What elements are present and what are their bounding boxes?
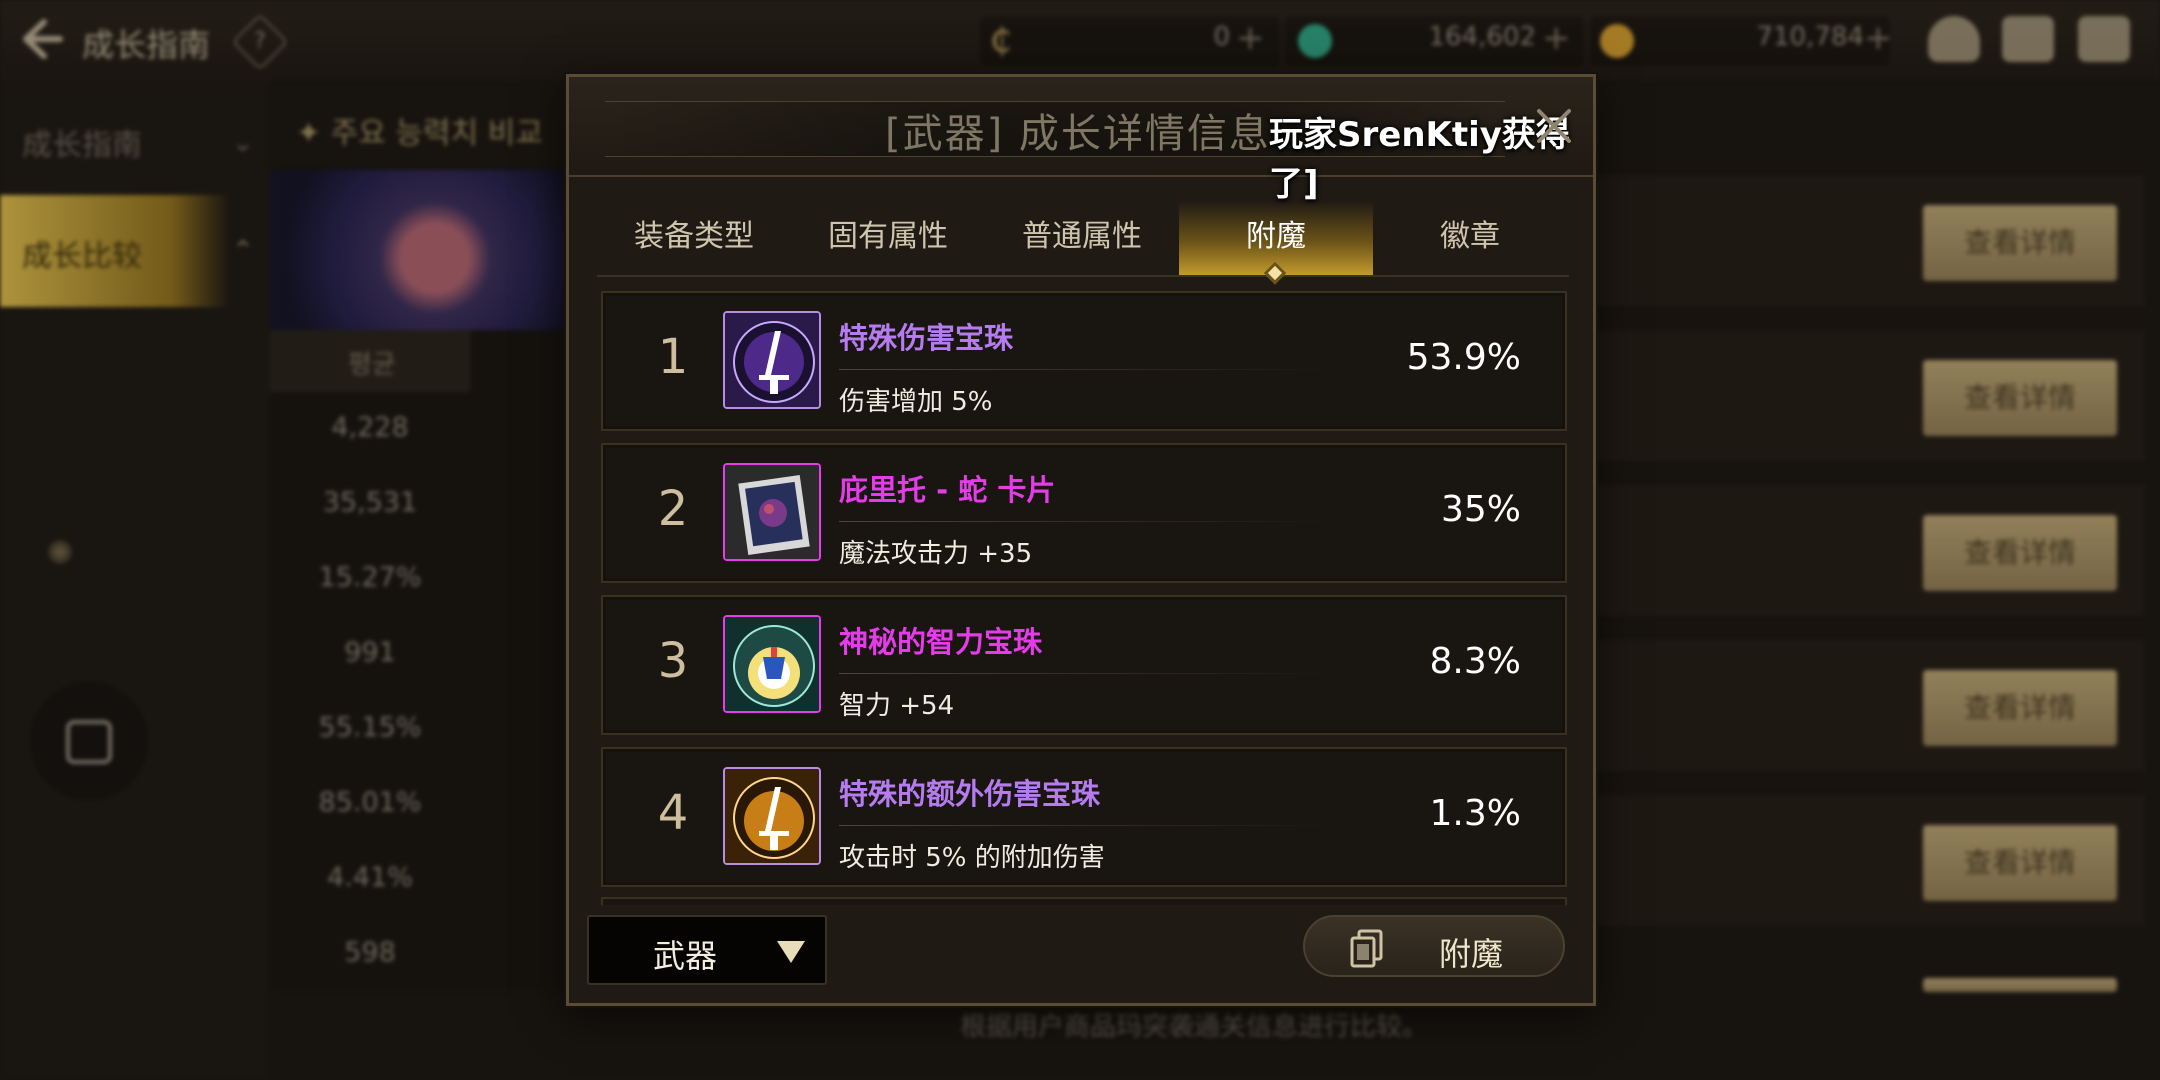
tab-inherent-attributes[interactable]: 固有属性 xyxy=(791,201,985,275)
intelligence-orb-icon xyxy=(723,615,821,713)
item-name: 神秘的智力宝珠 xyxy=(839,625,1043,659)
dialog-header: [武器] 成长详情信息 玩家SrenKtiy获得了] xyxy=(569,77,1593,204)
divider xyxy=(839,825,1339,826)
growth-detail-dialog: [武器] 成长详情信息 玩家SrenKtiy获得了] 装备类型 固有属性 普通属… xyxy=(566,74,1596,1006)
rank-number: 4 xyxy=(657,785,689,841)
rank-number: 2 xyxy=(657,481,689,537)
list-item-partial xyxy=(601,897,1567,905)
tab-enchant[interactable]: 附魔 xyxy=(1179,201,1373,285)
active-tab-indicator-icon xyxy=(1263,261,1287,285)
rank-number: 1 xyxy=(657,329,689,385)
tab-badge[interactable]: 徽章 xyxy=(1373,201,1567,275)
enchant-button[interactable]: 附魔 xyxy=(1303,915,1565,977)
item-name: 特殊的额外伤害宝珠 xyxy=(839,777,1101,811)
usage-percent: 35% xyxy=(1440,489,1521,530)
purple-sword-orb-icon xyxy=(723,311,821,409)
item-effect: 魔法攻击力 +35 xyxy=(839,539,1033,569)
divider xyxy=(839,673,1339,674)
list-item[interactable]: 1 特殊伤害宝珠 伤害增加 5% 53.9% xyxy=(601,291,1567,431)
tab-normal-attributes[interactable]: 普通属性 xyxy=(985,201,1179,275)
enchant-list[interactable]: 1 特殊伤害宝珠 伤害增加 5% 53.9% 2 庇里托 - 蛇 卡片 魔法攻击… xyxy=(601,291,1567,889)
divider xyxy=(839,369,1339,370)
dialog-footer: 武器 附魔 xyxy=(569,905,1593,1003)
item-name: 庇里托 - 蛇 卡片 xyxy=(839,473,1056,507)
usage-percent: 1.3% xyxy=(1429,793,1521,834)
serpent-card-icon xyxy=(723,463,821,561)
rank-number: 3 xyxy=(657,633,689,689)
item-effect: 伤害增加 5% xyxy=(839,387,993,417)
usage-percent: 53.9% xyxy=(1406,337,1521,378)
item-effect: 智力 +54 xyxy=(839,691,955,721)
gold-sword-orb-icon xyxy=(723,767,821,865)
dropdown-triangle-icon xyxy=(777,941,805,963)
list-item[interactable]: 4 特殊的额外伤害宝珠 攻击时 5% 的附加伤害 1.3% xyxy=(601,747,1567,887)
item-name: 特殊伤害宝珠 xyxy=(839,321,1014,355)
dialog-title: [武器] 成长详情信息 xyxy=(885,111,1271,157)
list-item[interactable]: 3 神秘的智力宝珠 智力 +54 8.3% xyxy=(601,595,1567,735)
divider xyxy=(839,521,1339,522)
item-effect: 攻击时 5% 的附加伤害 xyxy=(839,843,1105,873)
equipment-slot-select[interactable]: 武器 xyxy=(587,915,827,985)
close-icon[interactable] xyxy=(1529,101,1579,151)
tab-bar: 装备类型 固有属性 普通属性 附魔 徽章 xyxy=(597,201,1569,285)
list-item[interactable]: 2 庇里托 - 蛇 卡片 魔法攻击力 +35 35% xyxy=(601,443,1567,583)
usage-percent: 8.3% xyxy=(1429,641,1521,682)
tab-equipment-type[interactable]: 装备类型 xyxy=(597,201,791,275)
cards-icon xyxy=(1350,929,1383,968)
